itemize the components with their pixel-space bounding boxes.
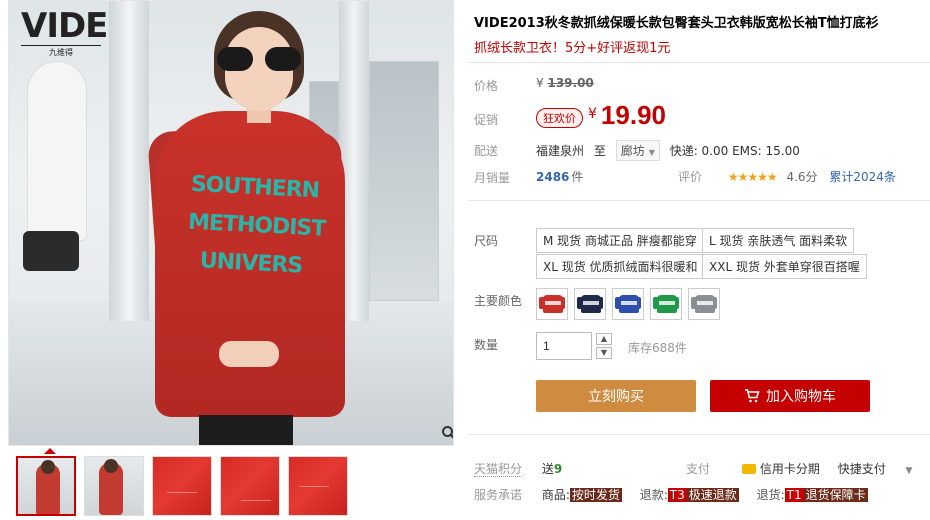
- points-row: 天猫积分 送9: [474, 460, 562, 477]
- quantity-stepper: ▲ ▼: [596, 333, 612, 359]
- payment-label: 支付: [686, 462, 711, 476]
- promo-price-value: 19.90: [600, 100, 666, 130]
- decrease-icon[interactable]: ▼: [596, 347, 612, 359]
- promo-price: ¥19.90: [588, 100, 666, 131]
- increase-icon[interactable]: ▲: [596, 333, 612, 345]
- thumbnail-5[interactable]: [288, 456, 348, 516]
- promise-label: 服务承诺: [474, 488, 523, 502]
- thumbnail-4[interactable]: [220, 456, 280, 516]
- sales-label: 月销量: [474, 171, 511, 185]
- return-key: 退货:: [756, 488, 785, 502]
- brand-logo: VIDE 九维得: [21, 6, 108, 58]
- sweatshirt-print: SOUTHERN METHODIST UNIVERS: [183, 166, 325, 323]
- product-subtitle: 抓绒长款卫衣！5分+好评返现1元: [474, 41, 671, 56]
- thumbnail-2[interactable]: [84, 456, 144, 516]
- refund-tag-code: T3: [667, 488, 687, 502]
- shipping-info: 福建泉州 至 廊坊 ▼ 快递: 0.00 EMS: 15.00: [536, 140, 800, 161]
- points-text: 送: [541, 462, 554, 476]
- product-page: { "brand": {"logo_text": "VIDE", "logo_s…: [0, 0, 930, 520]
- currency-symbol: ¥: [588, 106, 597, 122]
- original-price: ¥ 139.00: [536, 76, 594, 90]
- goods-key: 商品:: [541, 488, 570, 502]
- currency-symbol: ¥: [536, 76, 544, 90]
- add-to-cart-button[interactable]: 加入购物车: [710, 380, 870, 412]
- size-option-l[interactable]: L 现货 亲肤透气 面料柔软: [702, 228, 855, 253]
- destination-value: 廊坊: [620, 144, 645, 158]
- payment-installment: 信用卡分期: [759, 462, 820, 476]
- points-label: 天猫积分: [474, 462, 523, 477]
- size-option-xxl[interactable]: XXL 现货 外套单穿很百搭喔: [702, 254, 867, 279]
- monthly-sales: 2486 件: [536, 168, 583, 185]
- model-sunglasses: [217, 47, 301, 73]
- service-promise-row: 服务承诺 商品: 按时发货 退款: T3 极速退款 退货: T1 退货保障卡: [474, 486, 868, 503]
- shipping-to: 至: [593, 144, 606, 158]
- sales-unit: 件: [571, 170, 584, 184]
- rating-stars-icon: ★★★★★: [727, 170, 778, 184]
- sales-count: 2486: [536, 170, 570, 184]
- promo-badge: 狂欢价: [536, 108, 583, 128]
- quantity-control: ▲ ▼: [536, 332, 612, 360]
- divider: [468, 62, 930, 63]
- divider: [468, 434, 930, 435]
- thumbnail-strip: [16, 456, 348, 516]
- color-swatch-gray[interactable]: [688, 288, 720, 320]
- return-tag[interactable]: 退货保障卡: [803, 488, 868, 502]
- divider: [468, 200, 930, 201]
- promo-label: 促销: [474, 113, 499, 127]
- size-label: 尺码: [474, 234, 499, 248]
- size-option-xl[interactable]: XL 现货 优质抓绒面料很暖和: [536, 254, 705, 279]
- stock-count: 库存688件: [628, 341, 687, 355]
- refund-tag[interactable]: 极速退款: [686, 488, 739, 502]
- color-swatch-green[interactable]: [650, 288, 682, 320]
- color-swatch-red[interactable]: [536, 288, 568, 320]
- shipping-origin: 福建泉州: [536, 144, 585, 158]
- add-to-cart-label: 加入购物车: [766, 389, 836, 405]
- color-label: 主要颜色: [474, 294, 523, 308]
- payment-fast: 快捷支付: [837, 462, 886, 476]
- price-label: 价格: [474, 79, 499, 93]
- goods-tag[interactable]: 按时发货: [569, 488, 622, 502]
- return-tag-code: T1: [784, 488, 804, 502]
- background-pillar: [109, 1, 149, 321]
- product-title: VIDE2013秋冬款抓绒保暖长款包臀套头卫衣韩版宽松长袖T恤打底衫: [474, 16, 879, 31]
- background-shop: [369, 61, 439, 301]
- model-legs: [199, 415, 293, 445]
- rating-score: 4.6分: [786, 170, 818, 184]
- shipping-fee: 快递: 0.00 EMS: 15.00: [669, 144, 800, 158]
- color-options: [536, 288, 720, 320]
- review-label: 评价: [678, 170, 703, 184]
- buy-now-button[interactable]: 立刻购买: [536, 380, 696, 412]
- review-total-link[interactable]: 累计2024条: [829, 170, 896, 184]
- color-swatch-blue[interactable]: [612, 288, 644, 320]
- shipping-label: 配送: [474, 144, 499, 158]
- original-price-value: 139.00: [547, 76, 594, 90]
- zoom-icon[interactable]: [441, 425, 454, 441]
- payment-row: 支付 信用卡分期 快捷支付 ▼: [686, 460, 912, 477]
- background-bag: [23, 231, 79, 271]
- brand-logo-subtext: 九维得: [21, 45, 101, 58]
- chevron-down-icon[interactable]: ▼: [906, 466, 913, 476]
- refund-key: 退款:: [639, 488, 668, 502]
- thumbnail-1[interactable]: [16, 456, 76, 516]
- brand-logo-text: VIDE: [21, 6, 108, 46]
- quantity-input[interactable]: [536, 332, 592, 360]
- cart-icon: [745, 389, 760, 403]
- destination-select[interactable]: 廊坊 ▼: [615, 140, 660, 161]
- model-hands: [219, 341, 279, 367]
- size-option-m[interactable]: M 现货 商城正品 胖瘦都能穿: [536, 228, 704, 253]
- thumbnail-3[interactable]: [152, 456, 212, 516]
- print-line: UNIVERS: [199, 248, 303, 279]
- chevron-down-icon: ▼: [648, 148, 655, 157]
- color-swatch-navy[interactable]: [574, 288, 606, 320]
- main-product-image[interactable]: VIDE 九维得 SOUTHERN METHODIST UNIVERS: [8, 0, 454, 446]
- review-summary: 评价 ★★★★★ 4.6分 累计2024条: [678, 168, 896, 185]
- thumbnail-pointer: [44, 448, 56, 454]
- credit-card-icon: [741, 464, 756, 474]
- quantity-label: 数量: [474, 338, 499, 352]
- points-value: 9: [553, 462, 563, 476]
- background-mannequin: [27, 61, 87, 241]
